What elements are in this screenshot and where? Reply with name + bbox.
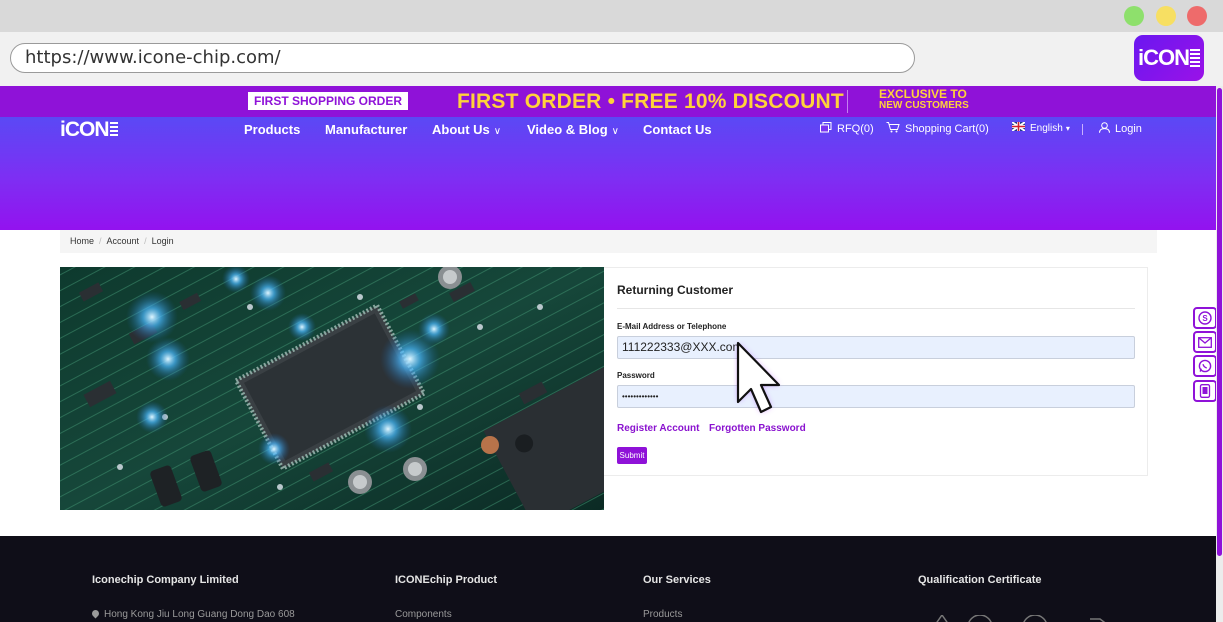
panel-divider [617,308,1135,309]
whatsapp-button[interactable] [1193,355,1217,377]
nav-contact-us-label: Contact Us [643,122,712,137]
email-label: E-Mail Address or Telephone [617,322,727,331]
nav-video-blog-label: Video & Blog [527,122,608,137]
promo-headline: FIRST ORDER • FREE 10% DISCOUNT [457,90,844,113]
promo-divider [847,90,848,113]
login-link[interactable]: Login [1099,122,1142,136]
site-footer: Iconechip Company Limited Hong Kong Jiu … [0,536,1216,622]
scrollbar-thumb[interactable] [1217,88,1222,556]
caret-down-icon: ▾ [1065,123,1070,133]
footer-products-link[interactable]: Products [643,609,682,620]
password-label: Password [617,371,655,380]
nav-manufacturer[interactable]: Manufacturer [325,122,407,137]
nav-products[interactable]: Products [244,122,300,137]
mobile-button[interactable] [1193,380,1217,402]
mouse-cursor-icon [733,340,793,431]
breadcrumb-login[interactable]: Login [152,236,174,246]
site-logo[interactable]: iCON [60,118,118,142]
footer-components-link[interactable]: Components [395,609,452,620]
circuit-board-image [60,267,604,510]
header-divider [1082,124,1083,135]
footer-address-text: Hong Kong Jiu Long Guang Dong Dao 608 [104,609,295,620]
nav-about-us-label: About Us [432,122,490,137]
uk-flag-icon [1011,121,1026,134]
panel-title: Returning Customer [617,283,734,297]
email-button[interactable] [1193,331,1217,353]
rfq-icon [820,122,832,136]
breadcrumb-separator: / [144,236,147,246]
skype-button[interactable]: S [1193,307,1217,329]
rfq-label: RFQ(0) [837,123,874,135]
breadcrumb-separator: / [99,236,102,246]
nav-video-blog[interactable]: Video & Blog ∨ [527,122,619,137]
footer-services-title: Our Services [643,574,711,586]
login-panel: Returning Customer E-Mail Address or Tel… [604,267,1148,476]
promo-banner[interactable]: FIRST SHOPPING ORDER FIRST ORDER • FREE … [0,86,1223,117]
promo-exclusive-line2: NEW CUSTOMERS [879,100,969,111]
footer-certificate-title: Qualification Certificate [918,574,1042,586]
shopping-cart-link[interactable]: Shopping Cart(0) [886,122,989,136]
password-field[interactable]: ••••••••••••• [617,385,1135,408]
user-icon [1099,122,1110,136]
logo-stripes-icon [1190,49,1200,67]
promo-exclusive: EXCLUSIVE TO NEW CUSTOMERS [879,87,969,111]
svg-text:S: S [1202,314,1208,323]
phone-icon [1199,384,1211,398]
nav-products-label: Products [244,122,301,137]
register-account-link[interactable]: Register Account [617,423,699,434]
email-field[interactable]: 111222333@XXX.com [617,336,1135,359]
minimize-button[interactable] [1156,6,1176,26]
promo-exclusive-line1: EXCLUSIVE TO [879,87,967,101]
footer-product-title: ICONEchip Product [395,574,498,586]
footer-address: Hong Kong Jiu Long Guang Dong Dao 608 [90,608,295,620]
breadcrumb-account[interactable]: Account [107,236,140,246]
certificate-badges [930,612,1120,622]
chevron-down-icon: ∨ [611,126,619,137]
breadcrumb-home[interactable]: Home [70,236,94,246]
shopping-cart-label: Shopping Cart(0) [905,123,989,135]
address-bar[interactable]: https://www.icone-chip.com/ [10,43,915,73]
site-header: iCON Products Manufacturer About Us ∨ Vid… [0,117,1223,230]
chevron-down-icon: ∨ [493,126,502,137]
site-logo-text: iCON [60,118,109,141]
skype-icon: S [1198,311,1212,325]
mail-icon [1198,336,1212,348]
cart-icon [886,122,900,136]
submit-button[interactable]: Submit [617,447,647,464]
footer-company-title: Iconechip Company Limited [92,574,239,586]
browser-titlebar [0,0,1223,32]
rfq-link[interactable]: RFQ(0) [820,122,874,136]
breadcrumb: Home / Account / Login [60,230,1157,253]
logo-stripes-icon [109,122,118,138]
login-label: Login [1115,123,1142,135]
promo-badge: FIRST SHOPPING ORDER [248,92,409,110]
language-selector[interactable]: English ▾ [1011,121,1070,134]
app-logo[interactable]: iCON [1134,35,1204,81]
whatsapp-icon [1198,359,1212,373]
browser-toolbar: https://www.icone-chip.com/ iCON [0,32,1223,86]
nav-about-us[interactable]: About Us ∨ [432,122,501,137]
nav-manufacturer-label: Manufacturer [325,122,408,137]
nav-contact-us[interactable]: Contact Us [643,122,712,137]
maximize-button[interactable] [1124,6,1144,26]
language-label: English [1030,122,1063,134]
app-logo-text: iCON [1138,45,1190,70]
close-window-button[interactable] [1187,6,1207,26]
location-pin-icon [90,608,101,619]
